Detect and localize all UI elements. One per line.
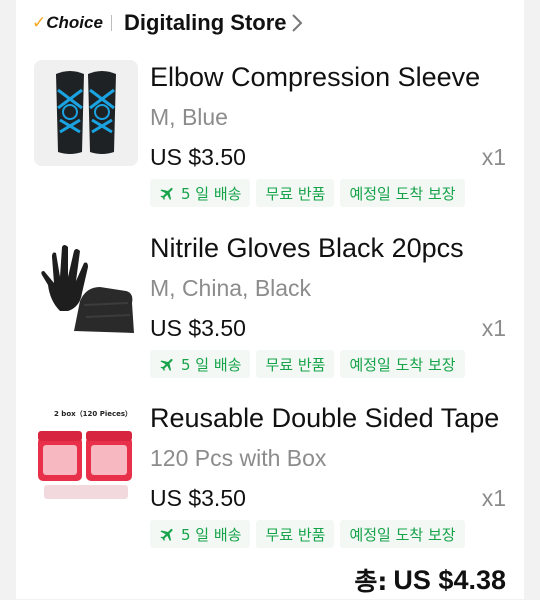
tag-free-return-label: 무료 반품 — [265, 355, 326, 374]
tag-guaranteed-arrival: 예정일 도착 보장 — [340, 520, 465, 548]
item-quantity: x1 — [481, 144, 506, 170]
tag-free-return-label: 무료 반품 — [265, 525, 326, 544]
item-title[interactable]: Nitrile Gloves Black 20pcs — [150, 231, 510, 265]
tag-free-return: 무료 반품 — [256, 350, 335, 378]
tag-free-return-label: 무료 반품 — [265, 184, 326, 203]
cart-item[interactable]: Nitrile Gloves Black 20pcs M, China, Bla… — [32, 231, 524, 391]
tag-guaranteed-arrival: 예정일 도착 보장 — [340, 350, 465, 378]
cart-item[interactable]: 2 box（120 Pieces） Reusable Double Sided … — [32, 401, 524, 561]
item-variant[interactable]: 120 Pcs with Box — [150, 443, 326, 473]
item-price: US $3.50 — [150, 485, 246, 511]
product-image-double-sided-tape[interactable]: 2 box（120 Pieces） — [34, 401, 138, 507]
store-name[interactable]: Digitaling Store — [124, 10, 287, 36]
total-amount: US $4.38 — [393, 564, 506, 595]
tag-delivery-label: 5 일 배송 — [181, 355, 242, 374]
tag-delivery-label: 5 일 배송 — [181, 184, 242, 203]
chevron-right-icon[interactable] — [291, 13, 303, 33]
product-image-elbow-sleeve[interactable] — [34, 60, 138, 166]
item-title[interactable]: Elbow Compression Sleeve — [150, 60, 510, 94]
product-image-caption: 2 box（120 Pieces） — [54, 410, 132, 418]
item-price: US $3.50 — [150, 315, 246, 341]
choice-label: Choice — [46, 13, 103, 32]
badge-divider — [110, 15, 112, 31]
tag-guaranteed-arrival: 예정일 도착 보장 — [340, 179, 465, 207]
tag-guaranteed-arrival-label: 예정일 도착 보장 — [349, 355, 456, 374]
airplane-icon — [160, 358, 173, 371]
item-tags: 5 일 배송 무료 반품 예정일 도착 보장 — [150, 520, 465, 548]
airplane-icon — [160, 528, 173, 541]
cart-item[interactable]: Elbow Compression Sleeve M, Blue US $3.5… — [32, 60, 524, 220]
product-image-nitrile-gloves[interactable] — [34, 231, 138, 337]
item-variant[interactable]: M, Blue — [150, 102, 228, 132]
choice-badge: ✓ Choice — [32, 13, 103, 33]
item-variant[interactable]: M, China, Black — [150, 273, 311, 303]
order-total: 총: US $4.38 — [354, 560, 506, 600]
tag-guaranteed-arrival-label: 예정일 도착 보장 — [349, 184, 456, 203]
tag-delivery: 5 일 배송 — [150, 179, 251, 207]
choice-check-icon: ✓ — [32, 13, 47, 33]
item-quantity: x1 — [481, 485, 506, 511]
item-price: US $3.50 — [150, 144, 246, 170]
tag-free-return: 무료 반품 — [256, 179, 335, 207]
item-title[interactable]: Reusable Double Sided Tape — [150, 401, 510, 435]
total-label: 총: — [354, 567, 388, 596]
tag-delivery-label: 5 일 배송 — [181, 525, 242, 544]
tag-guaranteed-arrival-label: 예정일 도착 보장 — [349, 525, 456, 544]
item-quantity: x1 — [481, 315, 506, 341]
store-header[interactable]: ✓ Choice Digitaling Store — [16, 0, 524, 46]
tag-free-return: 무료 반품 — [256, 520, 335, 548]
item-tags: 5 일 배송 무료 반품 예정일 도착 보장 — [150, 179, 465, 207]
airplane-icon — [160, 187, 173, 200]
tag-delivery: 5 일 배송 — [150, 520, 251, 548]
item-tags: 5 일 배송 무료 반품 예정일 도착 보장 — [150, 350, 465, 378]
tag-delivery: 5 일 배송 — [150, 350, 251, 378]
